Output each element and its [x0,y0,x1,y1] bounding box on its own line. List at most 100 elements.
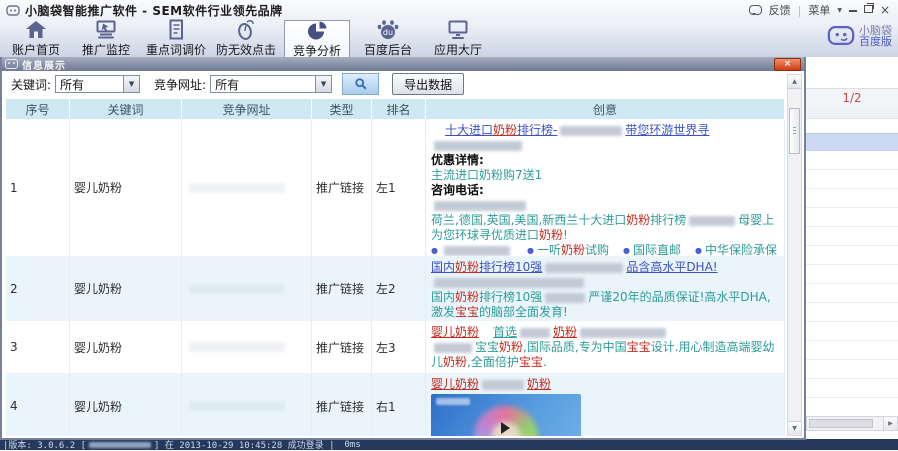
redacted-text [434,201,526,211]
creative-link[interactable]: 奶粉 [527,377,551,391]
home-icon [24,19,48,40]
redacted-text [545,263,623,273]
redacted-text [434,278,584,288]
cell-creative: 十大进口奶粉排行榜-带您环游世界寻优惠详情:主流进口奶粉购7送1咨询电话:荷兰,… [426,119,785,256]
feedback-icon [749,5,762,15]
redacted-text [560,126,622,136]
minimize-button[interactable] [849,5,857,15]
chevron-down-icon[interactable]: ▼ [837,7,842,14]
creative-link[interactable]: 奶粉 [455,260,479,274]
creative-text: . [543,355,547,369]
brand-name: 小脑袋 [859,25,892,36]
creative-text: 奶粉 [455,290,479,304]
creative-text: 国内 [431,290,455,304]
table-row: 2婴儿奶粉推广链接左2国内奶粉排行榜10强品含高水平DHA!国内奶粉排行榜10强… [6,256,785,321]
document-icon [164,19,188,40]
toolbar-item-account-home[interactable]: 账户首页 [4,20,68,57]
creative-link[interactable]: 带您环游世界寻 [625,123,709,137]
column-header: 类型 [312,99,372,119]
creative-link[interactable]: 婴儿奶粉 [431,325,479,339]
cell-number: 1 [6,119,70,256]
svg-text:du: du [383,28,393,37]
toolbar-item-label: 防无效点击 [216,41,276,58]
redacted-url [189,183,285,193]
scrollbar-thumb[interactable] [789,108,800,154]
cell-competitor-url [182,321,312,373]
creative-link[interactable]: 品含高水平DHA! [626,260,717,274]
scroll-down-arrow[interactable]: ▼ [788,421,801,435]
dialog-titlebar: 信息展示 × [2,57,804,71]
creative-link[interactable]: 奶粉 [493,123,517,137]
cell-competitor-url [182,256,312,321]
creative-link[interactable]: 国内 [431,260,455,274]
export-data-button[interactable]: 导出数据 [392,73,464,95]
bullet-icon: ● [527,246,534,255]
vertical-scrollbar[interactable]: ▲ ▼ [787,74,802,436]
info-display-dialog: 信息展示 × 关键词: 所有 ▼ 竞争网址: 所有 ▼ 导出数据 序号关键词竞争… [0,57,806,440]
horizontal-scrollbar[interactable]: ▶ [806,416,898,431]
redacted-url [189,401,285,411]
scrollbar-thumb[interactable] [809,419,873,428]
creative-text: ,全面倍护 [467,355,519,369]
toolbar-item-baidu-backend[interactable]: du百度后台 [356,20,420,57]
toolbar-item-competition-analysis[interactable]: 竞争分析 [284,20,350,57]
cell-keyword: 婴儿奶粉 [70,119,182,256]
creative-text: 的脑部全面发育! [479,305,568,319]
creative-link[interactable]: 奶粉 [553,325,577,339]
creative-text: 奶粉 [443,355,467,369]
search-button[interactable] [342,73,379,95]
creative-link[interactable]: 排行榜10强 [479,260,542,274]
results-table: 序号关键词竞争网址类型排名创意 1婴儿奶粉推广链接左1十大进口奶粉排行榜-带您环… [6,99,785,436]
thumbnail-watermark [436,398,470,405]
redacted-text [482,380,524,390]
bullet-icon: ● [431,246,438,255]
table-subheader-strip [806,106,898,119]
cell-competitor-url [182,119,312,256]
cell-creative: 婴儿奶粉 奶粉 [426,373,785,436]
creative-line: 宝宝奶粉,国际品质,专为中国宝宝设计.用心制造高端婴幼儿奶粉,全面倍护宝宝. [431,340,779,370]
table-row: 3婴儿奶粉推广链接左3婴儿奶粉首选奶粉宝宝奶粉,国际品质,专为中国宝宝设计.用心… [6,321,785,373]
creative-link[interactable]: 首选 [493,325,517,339]
restore-button[interactable] [864,5,873,15]
chevron-down-icon[interactable]: ▼ [315,76,331,92]
toolbar-item-app-hall[interactable]: 应用大厅 [426,20,490,57]
column-header: 创意 [426,99,785,119]
scroll-right-arrow[interactable]: ▶ [883,417,897,430]
competitor-url-filter-select[interactable]: 所有 ▼ [210,75,332,93]
creative-text: 宝宝 [475,340,499,354]
creative-text: 奶粉 [539,228,563,242]
creative-text: 优惠详情: [431,153,484,167]
menu-button[interactable]: 菜单 [808,2,830,18]
table-row: 1婴儿奶粉推广链接左1十大进口奶粉排行榜-带您环游世界寻优惠详情:主流进口奶粉购… [6,119,785,256]
divider: | [798,4,802,17]
creative-link[interactable]: 排行榜- [517,123,557,137]
creative-line: 十大进口奶粉排行榜- 带您环游世界寻 [431,123,779,153]
mouse-icon [234,19,258,40]
creative-link[interactable]: 婴儿奶粉 [431,377,479,391]
cell-rank: 左3 [372,321,426,373]
creative-thumbnail[interactable] [431,394,581,436]
cell-keyword: 婴儿奶粉 [70,321,182,373]
creative-link[interactable]: 十大进口 [445,123,493,137]
competitor-url-filter-value: 所有 [215,76,239,93]
toolbar-item-anti-invalid-click[interactable]: 防无效点击 [214,20,278,57]
toolbar-item-keyword-bidding[interactable]: 重点词调价 [144,20,208,57]
keyword-filter-select[interactable]: 所有 ▼ [55,75,140,93]
dialog-title: 信息展示 [22,57,66,72]
cell-rank: 右1 [372,373,426,436]
chevron-down-icon[interactable]: ▼ [123,76,139,92]
toolbar-item-label: 竞争分析 [293,42,341,59]
toolbar-item-promo-monitor[interactable]: 推广监控 [74,20,138,57]
cell-type: 推广链接 [312,119,372,256]
cell-keyword: 婴儿奶粉 [70,373,182,436]
feedback-button[interactable]: 反馈 [769,2,791,18]
redacted-text [434,141,522,151]
creative-line: 优惠详情: [431,153,779,168]
dialog-close-button[interactable]: × [774,58,801,71]
redacted-text [689,216,735,226]
scroll-up-arrow[interactable]: ▲ [788,75,801,89]
redacted-text [580,328,666,338]
redacted-text [444,246,510,256]
creative-text: 主流进口奶粉购7送1 [431,168,542,182]
close-button[interactable]: × [880,5,890,15]
